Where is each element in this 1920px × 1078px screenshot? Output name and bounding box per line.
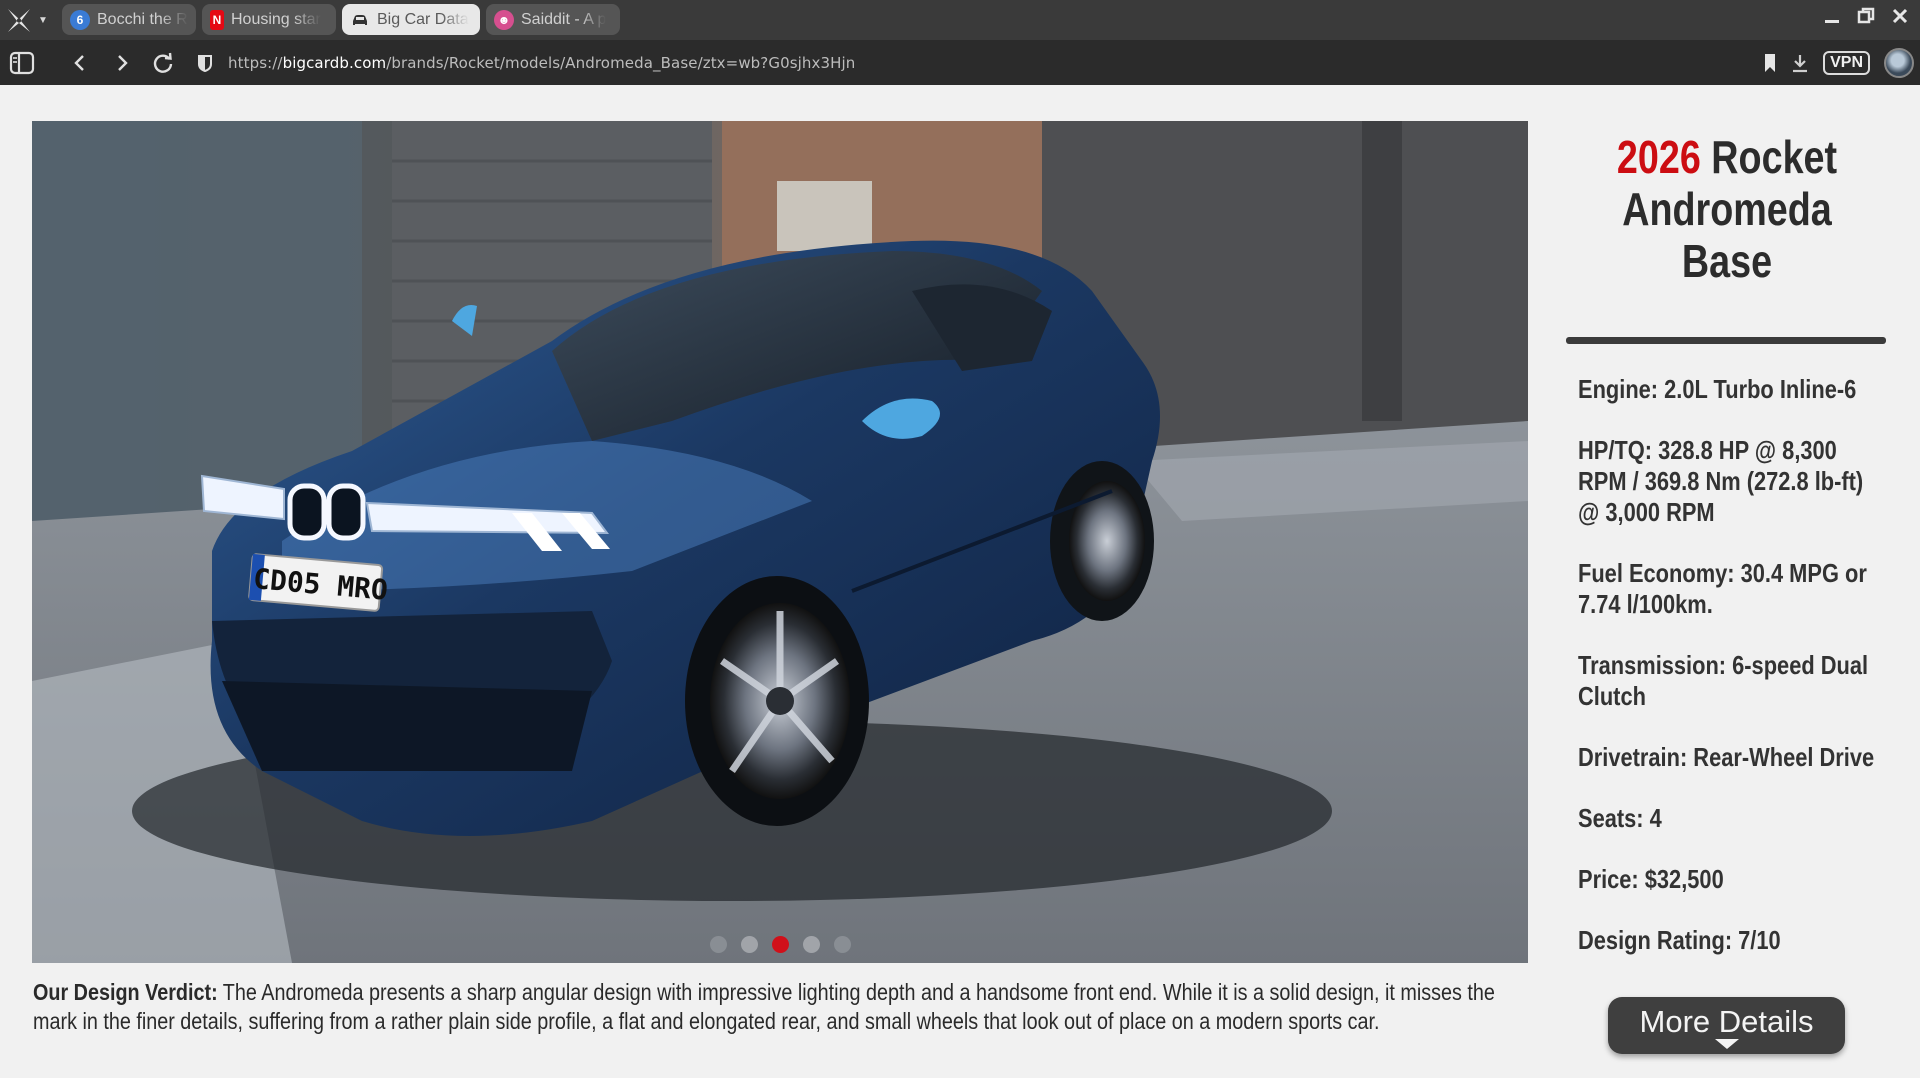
tab-saiddit[interactable]: ☻ Saiddit - A p — [486, 4, 620, 35]
back-arrow-icon — [74, 55, 84, 71]
url-domain: bigcardb.com — [282, 54, 387, 72]
close-button[interactable] — [1890, 6, 1910, 26]
spec-design-rating: Design Rating: 7/10 — [1578, 925, 1781, 955]
carousel-dot-4[interactable] — [802, 936, 820, 953]
spec-hp-torque: HP/TQ: 328.8 HP @ 8,300 RPM / 369.8 Nm (… — [1578, 435, 1864, 527]
car-photo: CD05 MRO — [32, 121, 1528, 963]
reload-icon — [153, 52, 173, 73]
car-image-carousel[interactable]: CD05 MRO — [32, 121, 1528, 963]
tab-bar: ▼ 6 Bocchi the R N Housing star Big Car … — [0, 0, 1920, 40]
tab-bocchi[interactable]: 6 Bocchi the R — [62, 4, 196, 35]
tab-title: Bocchi the R — [97, 10, 188, 28]
back-button[interactable] — [66, 49, 94, 77]
bocchi-favicon-icon: 6 — [70, 9, 90, 30]
shield-icon — [198, 55, 212, 72]
tab-title: Saiddit - A p — [521, 10, 607, 28]
reload-button[interactable] — [149, 49, 177, 77]
verdict-label: Our Design Verdict: — [33, 979, 218, 1005]
url-text: https://bigcardb.com/brands/Rocket/model… — [228, 54, 855, 72]
close-icon — [1892, 8, 1908, 24]
sidebar-toggle-button[interactable] — [8, 49, 36, 77]
verdict-text: The Andromeda presents a sharp angular d… — [33, 979, 1495, 1034]
more-details-label: More Details — [1639, 1004, 1814, 1039]
spec-transmission: Transmission: 6-speed Dual Clutch — [1578, 650, 1869, 711]
minimize-button[interactable] — [1822, 6, 1842, 26]
url-prefix: https:// — [228, 54, 283, 72]
sidebar-icon — [9, 51, 35, 75]
download-icon[interactable] — [1791, 53, 1809, 73]
url-path: /brands/Rocket/models/Andromeda_Base/ztx… — [386, 54, 856, 72]
car-favicon-icon — [353, 14, 367, 25]
carousel-dot-5[interactable] — [833, 936, 851, 953]
toolbar-right: VPN — [1763, 48, 1914, 78]
title-divider — [1566, 337, 1886, 344]
design-verdict: Our Design Verdict: The Andromeda presen… — [33, 978, 1534, 1036]
netflix-favicon-icon: N — [210, 9, 224, 30]
browser-menu-button[interactable]: ▼ — [4, 4, 50, 36]
tab-big-car-data[interactable]: Big Car Data — [342, 4, 480, 35]
window-controls — [1822, 6, 1910, 26]
saiddit-favicon-icon: ☻ — [494, 9, 514, 30]
spec-engine: Engine: 2.0L Turbo Inline-6 — [1578, 374, 1857, 404]
forward-arrow-icon — [118, 55, 128, 71]
bookmark-icon[interactable] — [1763, 53, 1777, 73]
spec-price: Price: $32,500 — [1578, 864, 1724, 894]
spec-panel: 2026 Rocket Andromeda Base Engine: 2.0L … — [1566, 121, 1888, 986]
more-details-button[interactable]: More Details — [1608, 997, 1845, 1054]
page-content: CD05 MRO Our Design Verdict: The Androme… — [0, 85, 1920, 1078]
carousel-dot-3[interactable] — [771, 936, 789, 953]
minimize-icon — [1825, 20, 1839, 23]
browser-logo-icon — [8, 9, 30, 32]
carousel-dot-1[interactable] — [709, 936, 727, 953]
vpn-button[interactable]: VPN — [1823, 51, 1870, 75]
spec-seats: Seats: 4 — [1578, 803, 1662, 833]
page-title: 2026 Rocket Andromeda Base — [1595, 131, 1859, 287]
spec-drivetrain: Drivetrain: Rear-Wheel Drive — [1578, 742, 1875, 772]
caret-down-icon — [1714, 1039, 1739, 1049]
spec-list: Engine: 2.0L Turbo Inline-6 HP/TQ: 328.8… — [1566, 374, 1888, 956]
forward-button[interactable] — [108, 49, 136, 77]
tab-housing[interactable]: N Housing star — [202, 4, 336, 35]
profile-avatar[interactable] — [1884, 48, 1914, 78]
restore-icon — [1857, 7, 1875, 24]
carousel-dot-2[interactable] — [740, 936, 758, 953]
carousel-indicators — [32, 936, 1528, 953]
tab-title: Housing star — [231, 10, 321, 28]
tab-title: Big Car Data — [377, 10, 469, 28]
chevron-down-icon: ▼ — [38, 14, 48, 26]
navigation-bar: https://bigcardb.com/brands/Rocket/model… — [0, 40, 1920, 85]
address-bar[interactable]: https://bigcardb.com/brands/Rocket/model… — [196, 48, 1756, 78]
spec-fuel-economy: Fuel Economy: 30.4 MPG or 7.74 l/100km. — [1578, 558, 1867, 619]
model-year: 2026 — [1616, 131, 1701, 183]
restore-button[interactable] — [1856, 6, 1876, 26]
